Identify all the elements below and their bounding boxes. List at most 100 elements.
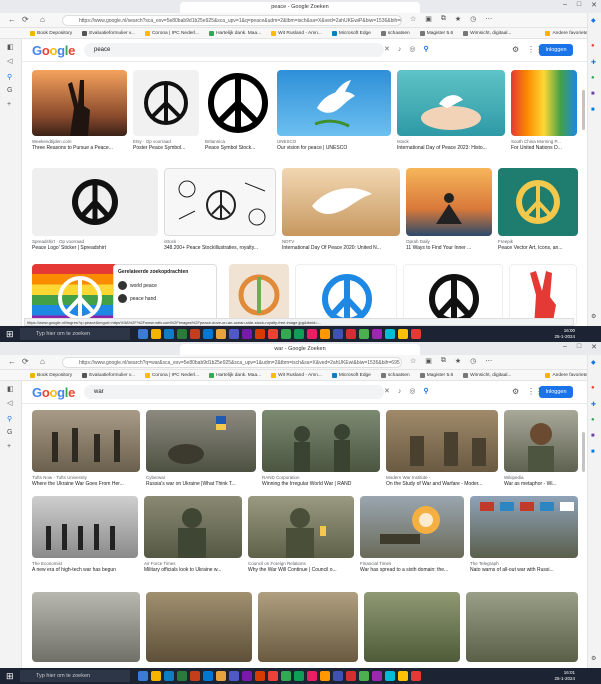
close-icon[interactable]: ✕ [591, 343, 597, 351]
app-icon[interactable] [164, 329, 174, 339]
google-logo[interactable]: Google [32, 43, 75, 58]
app-icon[interactable] [255, 671, 265, 681]
search-sidebar-icon[interactable]: ⚲ [7, 73, 12, 81]
app-icon[interactable] [372, 329, 382, 339]
settings-icon[interactable]: ⚙ [512, 45, 519, 54]
bookmark[interactable]: Microsoft Edge [331, 372, 371, 378]
scrollbar-thumb[interactable] [582, 90, 585, 130]
result-image[interactable] [386, 410, 498, 472]
result-image[interactable] [295, 264, 397, 326]
app-icon[interactable] [164, 671, 174, 681]
app-icon[interactable] [151, 671, 161, 681]
minimize-icon[interactable]: – [563, 343, 567, 351]
bookmark[interactable]: Hartelijk dank. Maa... [209, 372, 261, 378]
games-icon[interactable]: ● [591, 417, 595, 423]
result-title[interactable]: 11 Ways to Find Your Inner ... [406, 245, 492, 251]
home-icon[interactable]: ⌂ [40, 15, 45, 24]
result-title[interactable]: Our vision for peace | UNESCO [277, 145, 391, 151]
add-icon[interactable]: + [7, 443, 11, 450]
search-icon[interactable]: ⚲ [423, 388, 436, 395]
result-image[interactable] [32, 496, 138, 558]
maximize-icon[interactable]: □ [577, 343, 581, 351]
result-image[interactable] [205, 70, 271, 136]
login-button[interactable]: Inloggen [539, 386, 573, 398]
collections-icon[interactable]: ⧉ [441, 357, 446, 365]
result-image[interactable] [133, 70, 199, 136]
back-icon[interactable]: ← [8, 357, 16, 366]
refresh-icon[interactable]: ⟳ [22, 15, 29, 24]
result-title[interactable]: On the Study of War and Warfare - Moder.… [386, 481, 498, 487]
result-image[interactable] [511, 70, 577, 136]
app-icon[interactable] [216, 671, 226, 681]
url-field[interactable]: https://www.google.nl/search?q=war&sca_e… [62, 357, 402, 368]
search-icon[interactable]: ⚲ [423, 46, 436, 53]
url-field[interactable]: https://www.google.nl/search?sca_esv=5e8… [62, 15, 402, 26]
app-icon[interactable] [385, 329, 395, 339]
result-title[interactable]: War has spread to a sixth domain: the... [360, 567, 464, 573]
app-icon[interactable] [177, 671, 187, 681]
result-title[interactable]: Why the War Will Continue | Council o... [248, 567, 354, 573]
taskbar-search[interactable]: Typ hier om te zoeken [20, 670, 130, 682]
result-title[interactable]: Nato warns of all-out war with Russi... [470, 567, 578, 573]
app-icon[interactable] [203, 671, 213, 681]
search-input[interactable]: war ✕♪◎⚲ [84, 385, 429, 399]
google-sidebar-icon[interactable]: G [7, 87, 12, 94]
google-sidebar-icon[interactable]: G [7, 429, 12, 436]
result-image[interactable] [403, 264, 503, 326]
scrollbar-thumb[interactable] [582, 432, 585, 472]
result-image[interactable] [504, 410, 578, 472]
app-icon[interactable] [333, 671, 343, 681]
bookmark[interactable]: Book Depository [30, 30, 72, 36]
app-icon[interactable] [255, 329, 265, 339]
app-icon[interactable] [333, 329, 343, 339]
tools-icon[interactable]: ✚ [591, 59, 596, 66]
app-icon[interactable] [320, 329, 330, 339]
result-title[interactable]: 348.200+ Peace Stockillustraties, royalt… [164, 245, 276, 251]
result-image[interactable] [470, 496, 578, 558]
settings-sidebar-icon[interactable]: ⚙ [591, 655, 596, 662]
app-icon[interactable] [190, 671, 200, 681]
history-icon[interactable]: ◷ [470, 357, 476, 365]
result-image[interactable] [144, 496, 242, 558]
bookmark[interactable]: Book Depository [30, 372, 72, 378]
home-icon[interactable]: ⌂ [40, 357, 45, 366]
result-image[interactable] [360, 496, 464, 558]
app-icon[interactable] [242, 329, 252, 339]
result-title[interactable]: War as metaphor - Wi... [504, 481, 578, 487]
windows-icon[interactable]: ⊞ [6, 329, 14, 340]
related-item[interactable]: world peace [114, 279, 216, 292]
lens-icon[interactable]: ◎ [409, 46, 423, 53]
result-title[interactable]: A new era of high-tech war has begun [32, 567, 138, 573]
mic-icon[interactable]: ♪ [398, 388, 410, 395]
bookmark[interactable]: Wit Rusland - Amn... [271, 372, 322, 378]
office-icon[interactable]: ■ [591, 433, 595, 439]
copilot-icon[interactable]: ◆ [591, 17, 596, 24]
bookmark[interactable]: Hartelijk dank. Maa... [209, 30, 261, 36]
history-icon[interactable]: ◷ [470, 15, 476, 23]
add-icon[interactable]: + [7, 101, 11, 108]
close-icon[interactable]: ✕ [591, 1, 597, 9]
app-icon[interactable] [151, 329, 161, 339]
app-icon[interactable] [372, 671, 382, 681]
bookmark[interactable]: Magister 5.6 [419, 30, 453, 36]
close-icon[interactable]: ✕ [384, 46, 398, 53]
taskbar-search[interactable]: Typ hier om te zoeken [20, 328, 130, 340]
result-title[interactable]: Peace Vector Art, Icons, an... [498, 245, 578, 251]
google-logo[interactable]: Google [32, 385, 75, 400]
bookmark[interactable]: Evaluatieformulier v... [82, 372, 135, 378]
result-image[interactable] [509, 264, 577, 326]
result-image[interactable] [397, 70, 505, 136]
result-image[interactable] [32, 70, 127, 136]
windows-icon[interactable]: ⊞ [6, 671, 14, 682]
more-icon[interactable]: ⋯ [485, 15, 492, 23]
app-icon[interactable] [346, 671, 356, 681]
minimize-icon[interactable]: – [563, 1, 567, 9]
bookmark[interactable]: Corona | IPC Nederl... [144, 372, 199, 378]
extension-icon[interactable]: ▣ [425, 357, 432, 365]
app-icon[interactable] [359, 671, 369, 681]
app-icon[interactable] [320, 671, 330, 681]
more-icon[interactable]: ⋯ [485, 357, 492, 365]
bookmark[interactable]: Wimsicht, digitaal... [463, 30, 511, 36]
settings-sidebar-icon[interactable]: ⚙ [591, 313, 596, 320]
related-item[interactable]: peace hand [114, 292, 216, 305]
